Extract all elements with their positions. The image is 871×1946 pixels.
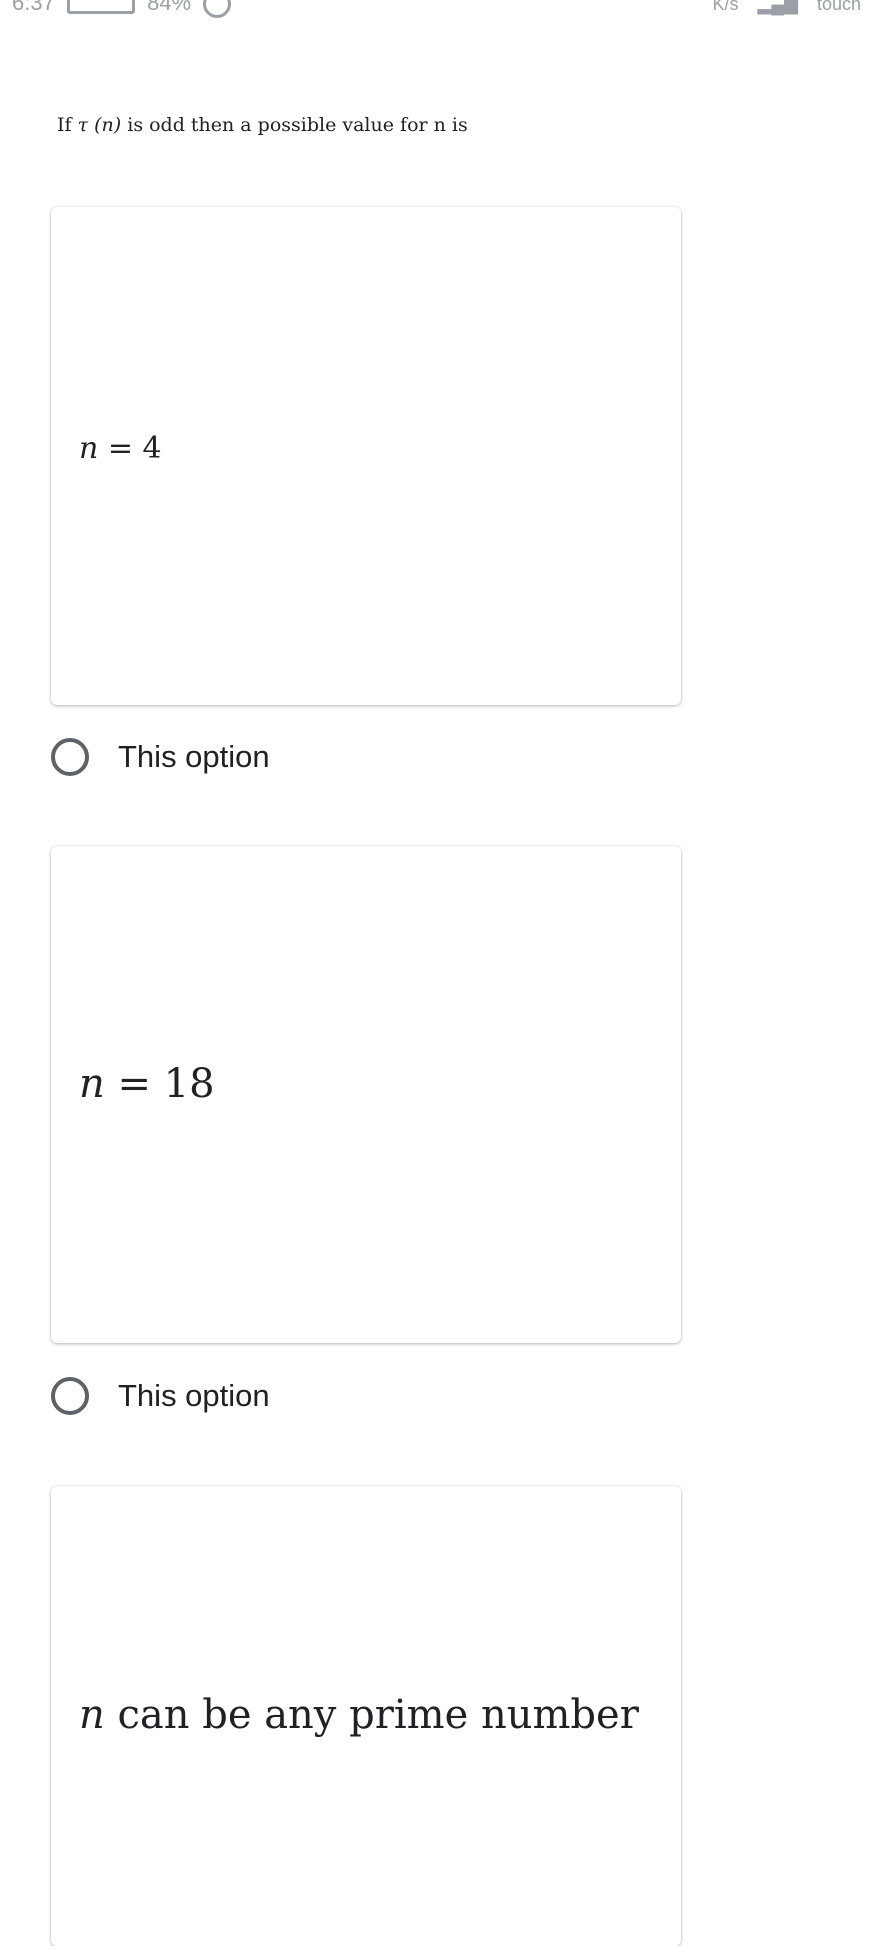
option-card-1: n = 4 bbox=[51, 207, 681, 705]
option-2-label[interactable]: This option bbox=[118, 1378, 270, 1414]
option-2-var: n bbox=[79, 1061, 105, 1107]
option-3-math: n can be any prime number bbox=[79, 1692, 639, 1738]
question-prefix: If bbox=[57, 114, 78, 136]
option-3-rest: can be any prime number bbox=[104, 1692, 639, 1738]
option-row-2[interactable]: This option bbox=[51, 1372, 270, 1420]
option-card-2: n = 18 bbox=[51, 846, 681, 1343]
option-1-rest: = 4 bbox=[98, 431, 162, 466]
question-suffix: is odd then a possible value for n is bbox=[121, 114, 468, 136]
status-left: 6:37 84% bbox=[12, 0, 232, 19]
option-1-var: n bbox=[79, 431, 99, 466]
option-card-3: n can be any prime number bbox=[51, 1486, 681, 1946]
battery-icon bbox=[66, 0, 135, 15]
option-2-math: n = 18 bbox=[79, 1061, 215, 1107]
question-tau-symbol: τ bbox=[77, 114, 89, 136]
status-right: K/s ▂▄▆ touch bbox=[698, 0, 861, 15]
option-row-1[interactable]: This option bbox=[51, 733, 270, 781]
option-2-rest: = 18 bbox=[104, 1061, 215, 1107]
network-speed: K/s bbox=[712, 0, 739, 14]
signal-icon: ▂▄▆ bbox=[757, 0, 798, 14]
battery-percent: 84% bbox=[147, 0, 192, 15]
radio-button-1[interactable] bbox=[51, 738, 89, 776]
clock-time: 6:37 bbox=[12, 0, 55, 15]
radio-button-2[interactable] bbox=[51, 1377, 89, 1415]
option-1-label[interactable]: This option bbox=[118, 739, 270, 775]
option-3-var: n bbox=[79, 1692, 105, 1738]
carrier-name: touch bbox=[816, 0, 861, 14]
question-text: If τ (n) is odd then a possible value fo… bbox=[57, 114, 468, 136]
alarm-icon bbox=[203, 0, 232, 19]
question-argument: (n) bbox=[94, 114, 122, 136]
option-1-math: n = 4 bbox=[79, 431, 162, 466]
status-bar: 6:37 84% K/s ▂▄▆ touch bbox=[0, 0, 871, 24]
